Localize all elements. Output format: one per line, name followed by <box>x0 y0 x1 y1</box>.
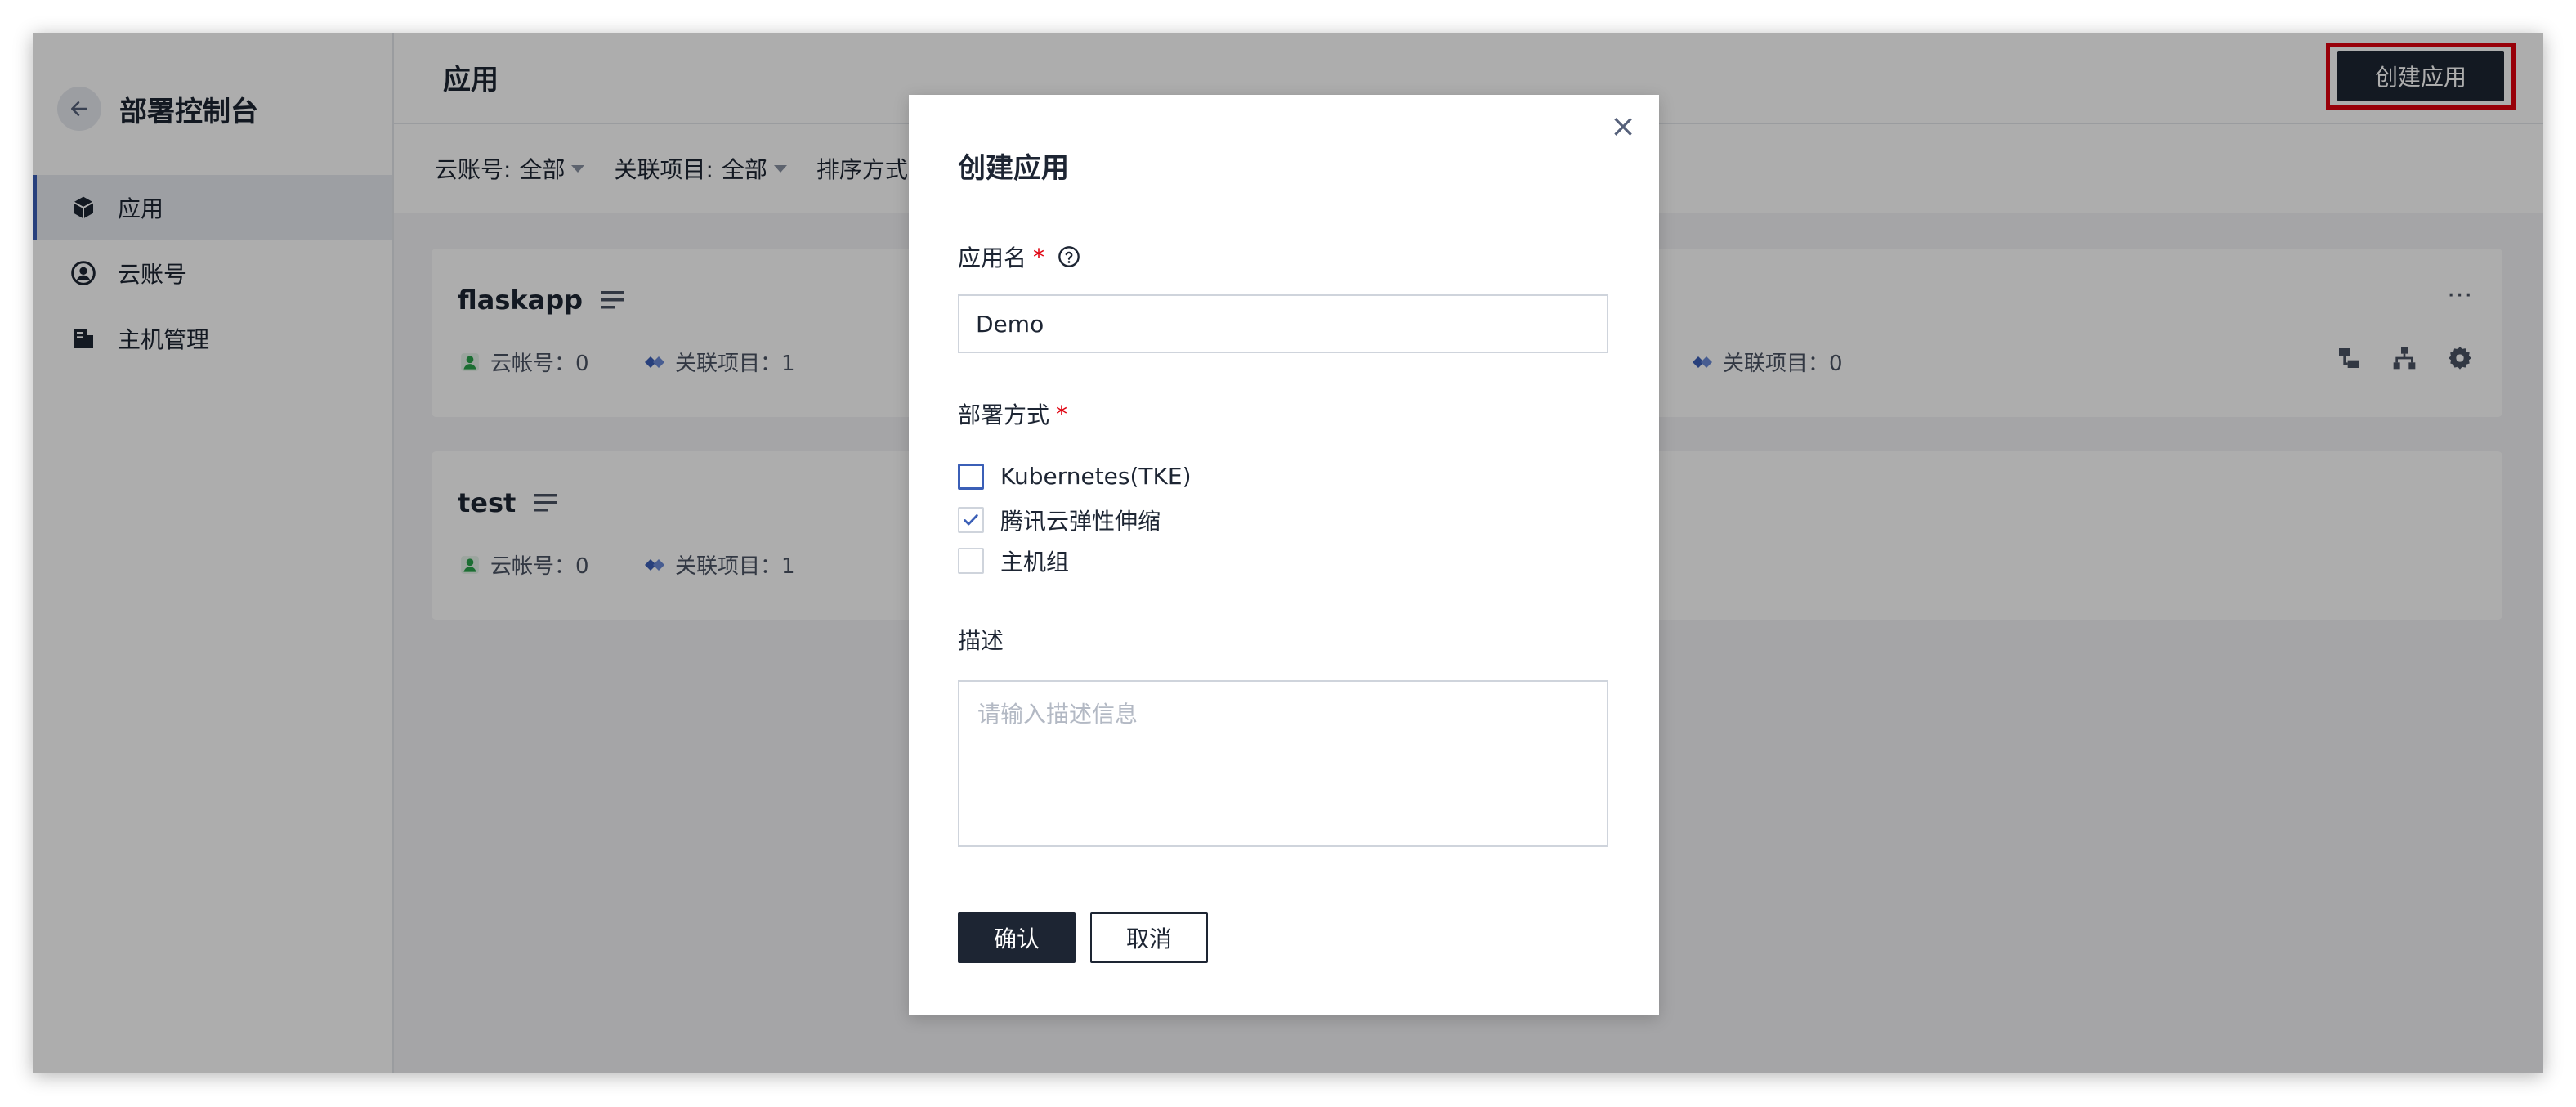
app-name-label-text: 应用名 <box>958 244 1027 271</box>
option-label: 主机组 <box>1000 549 1070 576</box>
confirm-button[interactable]: 确认 <box>958 912 1076 963</box>
description-textarea[interactable] <box>958 680 1608 847</box>
create-app-dialog: × 创建应用 应用名 * 部署方式 * Kubernetes(TKE) 腾讯云弹… <box>909 95 1659 1015</box>
deploy-method-label-text: 部署方式 <box>958 401 1050 428</box>
close-icon[interactable]: × <box>1608 108 1638 144</box>
required-mark: * <box>1056 400 1068 428</box>
checkbox-auto-scaling[interactable] <box>958 507 984 533</box>
dialog-title: 创建应用 <box>958 152 1069 185</box>
description-label-text: 描述 <box>958 627 1004 654</box>
required-mark: * <box>1033 243 1045 271</box>
checkbox-host-group[interactable] <box>958 548 984 574</box>
cancel-button[interactable]: 取消 <box>1090 912 1208 963</box>
checkbox-kubernetes[interactable] <box>958 463 984 490</box>
check-icon <box>964 514 978 526</box>
option-host-group[interactable]: 主机组 <box>958 545 1069 577</box>
option-auto-scaling[interactable]: 腾讯云弹性伸缩 <box>958 504 1161 536</box>
app-window: 部署控制台 应用 云账号 主机管理 应用 创建应用 云账号: 全部 关联项目: … <box>33 33 2543 1073</box>
app-name-label: 应用名 * <box>958 240 1080 273</box>
option-kubernetes[interactable]: Kubernetes(TKE) <box>958 463 1192 490</box>
deploy-method-label: 部署方式 * <box>958 397 1067 430</box>
help-icon[interactable] <box>1058 245 1080 268</box>
option-label: Kubernetes(TKE) <box>1000 463 1192 490</box>
option-label: 腾讯云弹性伸缩 <box>1000 508 1161 535</box>
description-label: 描述 <box>958 623 1004 656</box>
app-name-input[interactable] <box>958 294 1608 353</box>
